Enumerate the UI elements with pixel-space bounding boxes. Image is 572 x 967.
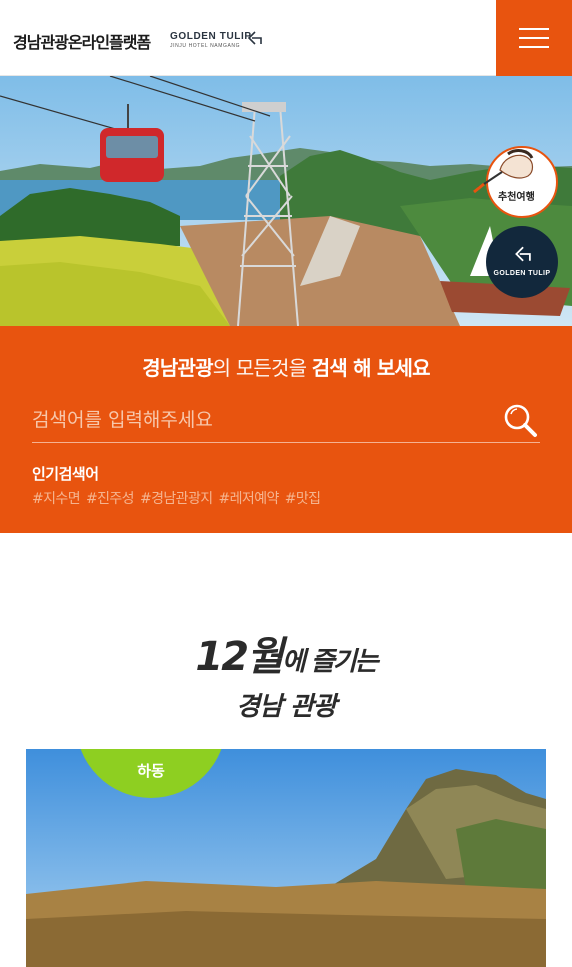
golden-tulip-mark-icon xyxy=(247,31,262,45)
site-header: 경남관광온라인플랫폼 GOLDEN TULIP JINJU HOTEL NAMG… xyxy=(0,0,572,76)
recommend-trip-badge[interactable]: 추천여행 xyxy=(473,146,558,218)
menu-bar xyxy=(519,28,549,30)
recommend-trip-label: 추천여행 xyxy=(498,192,535,203)
site-logo[interactable]: 경남관광온라인플랫폼 xyxy=(13,29,151,53)
partner-logo-location: JINJU HOTEL NAMGANG xyxy=(170,43,241,49)
golden-tulip-badge[interactable]: GOLDEN TULIP xyxy=(486,226,558,298)
hamburger-menu-icon[interactable] xyxy=(496,0,572,76)
section-title-month: 12월 xyxy=(195,634,283,680)
section-title: 12월에 즐기는 경남 관광 xyxy=(0,624,572,723)
search-title-strong-2: 검색 해 보세요 xyxy=(311,356,431,380)
popular-keyword[interactable]: #레저예약 xyxy=(219,488,280,508)
partner-logo[interactable]: GOLDEN TULIP JINJU HOTEL NAMGANG xyxy=(170,30,265,50)
menu-bar xyxy=(519,37,549,39)
popular-keyword[interactable]: #지수면 xyxy=(32,488,81,508)
hero-banner: 추천여행 GOLDEN TULIP xyxy=(0,76,572,326)
popular-keywords-label: 인기검색어 xyxy=(32,465,99,483)
popular-keywords-list: #지수면 #진주성 #경남관광지 #레저예약 #맛집 xyxy=(32,488,321,508)
search-title: 경남관광의 모든것을 검색 해 보세요 xyxy=(0,352,572,381)
popular-keyword[interactable]: #진주성 xyxy=(86,488,135,508)
partner-logo-name: GOLDEN TULIP xyxy=(170,31,252,42)
region-tag-label: 하동 xyxy=(137,762,165,780)
search-title-strong-1: 경남관광 xyxy=(142,356,213,380)
section-title-line2: 경남 관광 xyxy=(236,692,337,722)
search-title-mid: 의 모든것을 xyxy=(212,356,312,380)
golden-tulip-mark-icon xyxy=(515,246,531,262)
popular-keyword[interactable]: #맛집 xyxy=(285,488,321,508)
search-panel: 경남관광의 모든것을 검색 해 보세요 인기검색어 #지수면 #진주성 #경남관… xyxy=(0,326,572,533)
search-input[interactable] xyxy=(32,400,492,440)
golden-tulip-badge-label: GOLDEN TULIP xyxy=(493,270,551,277)
section-title-rest: 에 즐기는 xyxy=(281,647,379,677)
search-icon[interactable] xyxy=(502,402,538,438)
search-underline xyxy=(32,442,540,443)
section-title-line1: 12월에 즐기는 xyxy=(0,624,572,682)
tourism-card[interactable]: 하동 xyxy=(26,749,546,967)
popular-keyword[interactable]: #경남관광지 xyxy=(140,488,213,508)
menu-bar xyxy=(519,46,549,48)
